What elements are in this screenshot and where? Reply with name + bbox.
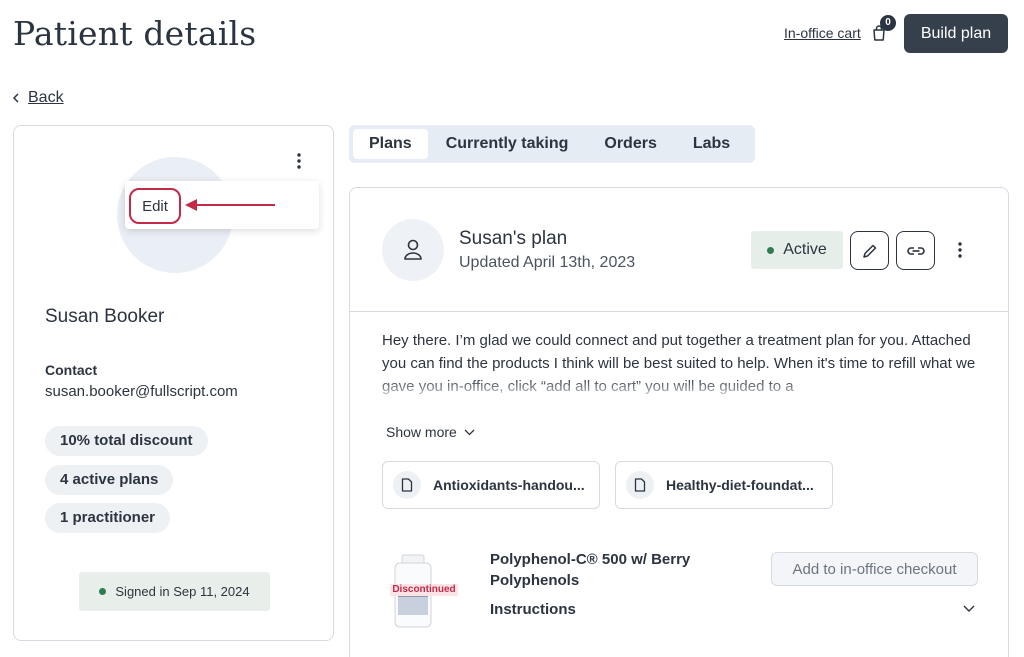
in-office-cart-link[interactable]: In-office cart — [784, 25, 861, 41]
discontinued-badge: Discontinued — [390, 584, 458, 596]
file-name: Healthy-diet-foundat... — [666, 477, 814, 493]
back-link[interactable]: Back — [12, 89, 64, 107]
signed-in-badge: Signed in Sep 11, 2024 — [79, 572, 270, 611]
show-more-label: Show more — [386, 424, 457, 440]
tab-currently-taking[interactable]: Currently taking — [428, 129, 587, 159]
plan-more-options-icon[interactable] — [953, 240, 967, 260]
plan-card: Susan's plan Updated April 13th, 2023 Ac… — [349, 187, 1009, 657]
cart-count-badge: 0 — [880, 15, 896, 31]
document-icon — [634, 478, 646, 492]
plan-avatar — [382, 219, 444, 281]
instructions-label[interactable]: Instructions — [490, 601, 576, 618]
chevron-down-icon — [464, 429, 475, 435]
status-dot-icon — [99, 588, 107, 595]
file-attachment[interactable]: Healthy-diet-foundat... — [615, 461, 833, 509]
signed-in-text: Signed in Sep 11, 2024 — [115, 584, 250, 599]
message-fade — [382, 378, 982, 402]
file-attachment[interactable]: Antioxidants-handou... — [382, 461, 600, 509]
add-to-checkout-button[interactable]: Add to in-office checkout — [771, 552, 978, 586]
chevron-down-icon[interactable] — [963, 605, 975, 613]
plan-header: Susan's plan Updated April 13th, 2023 Ac… — [350, 188, 1008, 312]
status-dot-icon — [767, 246, 775, 254]
contact-label: Contact — [45, 362, 98, 378]
tab-bar: Plans Currently taking Orders Labs — [349, 125, 755, 163]
practitioner-pill: 1 practitioner — [45, 503, 171, 533]
copy-link-button[interactable] — [896, 231, 935, 270]
file-name: Antioxidants-handou... — [433, 477, 585, 493]
chevron-left-icon — [12, 93, 19, 103]
build-plan-button[interactable]: Build plan — [904, 14, 1008, 53]
discount-pill: 10% total discount — [45, 426, 208, 456]
document-icon — [401, 478, 413, 492]
patient-options-menu: Edit — [125, 181, 319, 229]
plan-title: Susan's plan — [459, 228, 568, 249]
tab-plans[interactable]: Plans — [353, 129, 428, 159]
plan-updated: Updated April 13th, 2023 — [459, 254, 636, 271]
contact-email: susan.booker@fullscript.com — [45, 383, 238, 400]
tab-orders[interactable]: Orders — [586, 129, 674, 159]
edit-plan-button[interactable] — [850, 231, 889, 270]
pencil-icon — [862, 244, 876, 258]
user-icon — [404, 239, 422, 260]
active-plans-pill: 4 active plans — [45, 465, 174, 495]
page-title: Patient details — [13, 14, 257, 53]
status-text: Active — [783, 241, 827, 258]
link-icon — [906, 246, 925, 255]
more-options-icon[interactable] — [292, 152, 306, 170]
menu-item-edit[interactable]: Edit — [129, 188, 181, 224]
product-name[interactable]: Polyphenol-C® 500 w/ Berry Polyphenols — [490, 549, 740, 591]
patient-card: Edit Susan Booker Contact susan.booker@f… — [13, 125, 334, 641]
show-more-toggle[interactable]: Show more — [386, 424, 475, 440]
tab-labs[interactable]: Labs — [675, 129, 748, 159]
back-label: Back — [28, 89, 64, 106]
file-icon-wrap — [393, 471, 421, 499]
patient-name: Susan Booker — [45, 306, 165, 327]
pointer-arrow — [185, 199, 275, 211]
file-icon-wrap — [626, 471, 654, 499]
status-badge: Active — [751, 231, 843, 269]
